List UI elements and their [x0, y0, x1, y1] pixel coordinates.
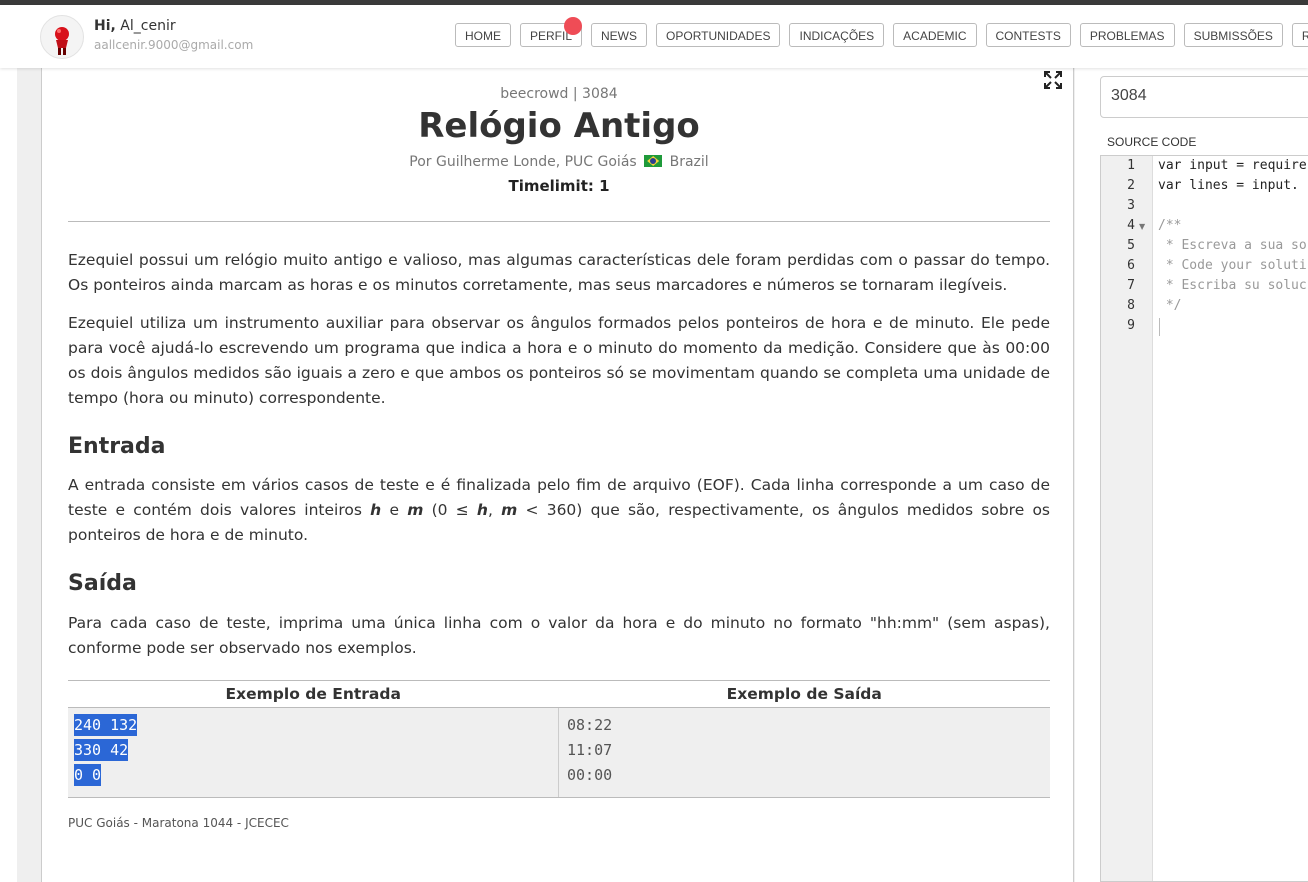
site-header: Hi, Al_cenir aallcenir.9000@gmail.com HO… — [0, 5, 1308, 68]
brazil-flag-icon — [644, 155, 663, 167]
sample-input-line: 240 132 — [74, 714, 138, 736]
text-cursor — [1159, 318, 1160, 336]
user-avatar[interactable] — [40, 15, 84, 59]
nav-oportunidades[interactable]: OPORTUNIDADES — [656, 23, 781, 47]
output-description: Para cada caso de teste, imprima uma úni… — [68, 614, 1050, 657]
author-country: Brazil — [669, 154, 709, 170]
nav-contests[interactable]: CONTESTS — [985, 23, 1071, 47]
nav-submissoes[interactable]: SUBMISSÕES — [1183, 23, 1283, 47]
greeting: Hi, Al_cenir — [94, 18, 176, 34]
var-h-range: h — [476, 501, 488, 519]
sample-input-line: 0 0 — [74, 764, 102, 786]
line-number: 3 — [1127, 198, 1135, 213]
nav-perfil[interactable]: PERFIL — [520, 17, 583, 47]
notification-dot — [564, 17, 583, 35]
var-m-range: m — [501, 501, 518, 519]
var-m: m — [407, 501, 424, 519]
code-editor[interactable]: 1 2 3 4 ▼ 5 6 7 8 9 var input = require … — [1100, 155, 1308, 882]
greeting-prefix: Hi, — [94, 18, 116, 34]
samples-table: Exemplo de Entrada Exemplo de Saída 240 … — [68, 680, 1050, 798]
sample-output-header: Exemplo de Saída — [558, 680, 1050, 708]
description-paragraph-1: Ezequiel possui um relógio muito antigo … — [68, 251, 1050, 294]
nav-academic[interactable]: ACADEMIC — [893, 23, 977, 47]
nav-indicacoes[interactable]: INDICAÇÕES — [789, 23, 885, 47]
problem-title: Relógio Antigo — [418, 106, 700, 146]
description-paragraph-2: Ezequiel utiliza um instrumento auxiliar… — [68, 314, 1050, 407]
author-text: Por Guilherme Londe, PUC Goiás — [409, 154, 637, 170]
problem-id-input[interactable]: 3084 — [1100, 76, 1308, 118]
problem-panel: beecrowd | 3084 Relógio Antigo Por Guilh… — [41, 66, 1074, 882]
fold-arrow-icon[interactable]: ▼ — [1139, 222, 1145, 231]
input-text-e: e — [381, 501, 408, 519]
sample-input-header: Exemplo de Entrada — [68, 680, 559, 708]
var-h: h — [370, 501, 382, 519]
sample-output-line: 11:07 — [567, 741, 613, 759]
input-description: A entrada consiste em vários casos de te… — [68, 473, 1050, 548]
user-email: aallcenir.9000@gmail.com — [94, 38, 254, 52]
main-nav: HOME PERFIL NEWS OPORTUNIDADES INDICAÇÕE… — [455, 17, 1308, 47]
output-heading: Saída — [68, 571, 137, 596]
submission-panel: 3084 SOURCE CODE 1 2 3 4 ▼ 5 6 7 8 9 var… — [1075, 68, 1308, 882]
code-line: var lines = input. — [1158, 178, 1299, 193]
line-number: 8 — [1127, 298, 1135, 313]
contest-footer: PUC Goiás - Maratona 1044 - JCECEC — [68, 816, 289, 830]
avatar-figure-icon — [55, 27, 69, 55]
left-margin — [0, 68, 17, 882]
sample-input-cell[interactable]: 240 132 330 42 0 0 — [68, 707, 559, 798]
username: Al_cenir — [120, 18, 176, 34]
sample-output-line: 00:00 — [567, 766, 613, 784]
divider — [68, 221, 1050, 222]
input-text-open: (0 ≤ — [423, 501, 477, 519]
line-number: 7 — [1127, 278, 1135, 293]
code-line: /** — [1158, 218, 1182, 233]
line-number: 4 — [1127, 218, 1135, 233]
problem-author: Por Guilherme Londe, PUC Goiás Brazil — [68, 154, 1050, 170]
line-number: 9 — [1127, 318, 1135, 333]
problem-source: beecrowd | 3084 — [500, 86, 618, 102]
line-number: 6 — [1127, 258, 1135, 273]
sample-input-line: 330 42 — [74, 739, 129, 761]
nav-home[interactable]: HOME — [455, 23, 511, 47]
code-line: * Escreva a sua so — [1158, 238, 1307, 253]
nav-problemas[interactable]: PROBLEMAS — [1079, 23, 1175, 47]
input-heading: Entrada — [68, 434, 166, 459]
line-number-gutter: 1 2 3 4 ▼ 5 6 7 8 9 — [1101, 156, 1153, 881]
input-text-comma: , — [487, 501, 502, 519]
sample-output-cell[interactable]: 08:22 11:07 00:00 — [558, 707, 1050, 798]
code-line: * Code your soluti — [1158, 258, 1307, 273]
nav-news[interactable]: NEWS — [591, 23, 648, 47]
nav-ranks[interactable]: RANKS — [1291, 23, 1308, 47]
code-line: * Escriba su soluc — [1158, 278, 1307, 293]
code-line: var input = require — [1158, 158, 1307, 173]
line-number: 5 — [1127, 238, 1135, 253]
sample-output-line: 08:22 — [567, 716, 613, 734]
code-line: */ — [1158, 298, 1182, 313]
line-number: 2 — [1127, 178, 1135, 193]
line-number: 1 — [1127, 158, 1135, 173]
source-code-label: SOURCE CODE — [1107, 135, 1197, 149]
timelimit: Timelimit: 1 — [508, 177, 610, 195]
